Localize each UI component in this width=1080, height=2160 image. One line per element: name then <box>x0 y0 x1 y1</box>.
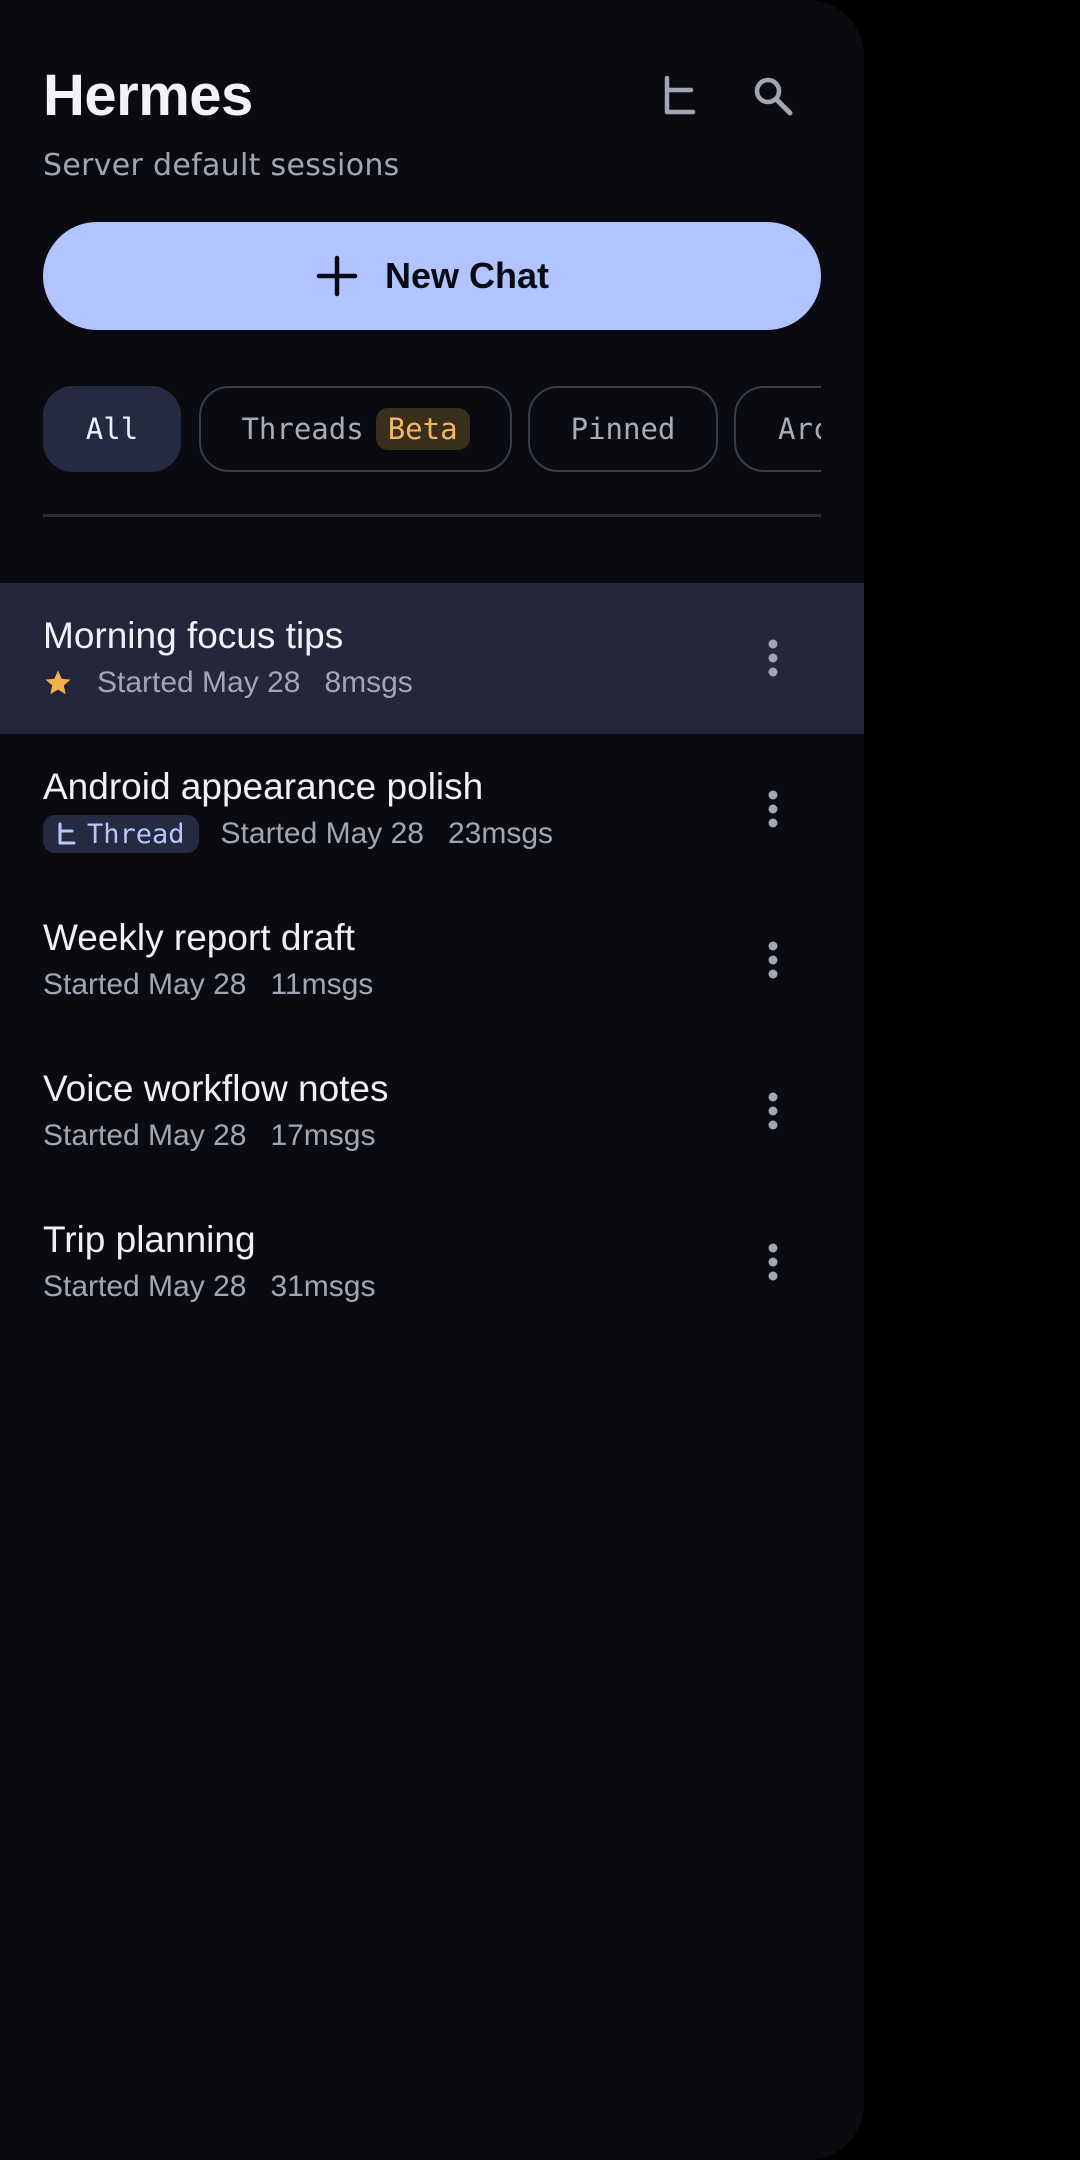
session-item[interactable]: Morning focus tips Started May 28 8msgs <box>0 583 864 734</box>
filter-chips: All Threads Beta Pinned Archived <box>43 386 821 472</box>
filter-chip-all[interactable]: All <box>43 386 181 472</box>
session-item[interactable]: Weekly report draft Started May 28 11msg… <box>0 885 864 1036</box>
thread-tag: Thread <box>43 815 199 853</box>
session-item[interactable]: Voice workflow notes Started May 28 17ms… <box>0 1036 864 1187</box>
session-list: Morning focus tips Started May 28 8msgs <box>0 583 864 1338</box>
session-meta: Started May 28 31msgs <box>43 1267 375 1307</box>
session-message-count: 31msgs <box>270 1270 376 1303</box>
filter-chip-pinned[interactable]: Pinned <box>528 386 718 472</box>
more-vert-icon <box>768 790 778 828</box>
session-meta: Started May 28 11msgs <box>43 965 373 1005</box>
session-more-button[interactable] <box>737 773 809 845</box>
thread-icon <box>664 75 696 115</box>
thread-tag-label: Thread <box>87 818 185 850</box>
session-message-count: 8msgs <box>324 666 413 699</box>
session-started: Started May 28 <box>43 1270 247 1303</box>
session-item[interactable]: Trip planning Started May 28 31msgs <box>0 1187 864 1338</box>
threads-button[interactable] <box>643 60 715 132</box>
drawer-header: Hermes <box>43 56 821 136</box>
session-meta: Started May 28 17msgs <box>43 1116 375 1156</box>
session-more-button[interactable] <box>737 1075 809 1147</box>
beta-badge: Beta <box>375 408 470 450</box>
session-more-button[interactable] <box>737 622 809 694</box>
session-item[interactable]: Android appearance polish Thread Started… <box>0 734 864 885</box>
plus-icon <box>315 254 359 298</box>
session-meta: Started May 28 8msgs <box>43 663 413 703</box>
session-started: Started May 28 <box>220 817 424 850</box>
session-message-count: 11msgs <box>270 968 374 1001</box>
session-started: Started May 28 <box>43 968 247 1001</box>
more-vert-icon <box>768 1092 778 1130</box>
more-vert-icon <box>768 1243 778 1281</box>
new-chat-label: New Chat <box>384 255 550 296</box>
session-title: Android appearance polish <box>43 766 484 807</box>
session-started: Started May 28 <box>43 1119 247 1152</box>
session-message-count: 23msgs <box>447 817 554 850</box>
app-title: Hermes <box>43 63 253 128</box>
filter-chip-archived[interactable]: Archived <box>734 386 821 472</box>
navigation-drawer: Hermes Server default sessions New Chat … <box>0 0 864 2160</box>
divider <box>43 514 821 517</box>
filter-chip-label: Threads <box>241 412 364 446</box>
filter-chip-label: All <box>85 412 139 446</box>
more-vert-icon <box>768 941 778 979</box>
drawer-subtitle: Server default sessions <box>43 148 400 183</box>
session-message-count: 17msgs <box>270 1119 376 1152</box>
session-title: Weekly report draft <box>43 917 355 958</box>
session-title: Morning focus tips <box>43 615 344 656</box>
session-more-button[interactable] <box>737 1226 809 1298</box>
session-more-button[interactable] <box>737 924 809 996</box>
more-vert-icon <box>768 639 778 677</box>
session-started: Started May 28 <box>97 666 301 699</box>
new-chat-button[interactable]: New Chat <box>43 222 821 330</box>
star-icon <box>43 668 73 698</box>
thread-icon <box>58 822 76 845</box>
search-button[interactable] <box>737 60 809 132</box>
session-meta: Thread Started May 28 23msgs <box>43 814 553 854</box>
filter-chip-label: Archived <box>778 412 821 446</box>
filter-chip-label: Pinned <box>570 412 676 446</box>
filter-chip-threads[interactable]: Threads Beta <box>199 386 512 472</box>
session-title: Voice workflow notes <box>43 1068 389 1109</box>
search-icon <box>754 77 793 116</box>
session-title: Trip planning <box>43 1219 256 1260</box>
